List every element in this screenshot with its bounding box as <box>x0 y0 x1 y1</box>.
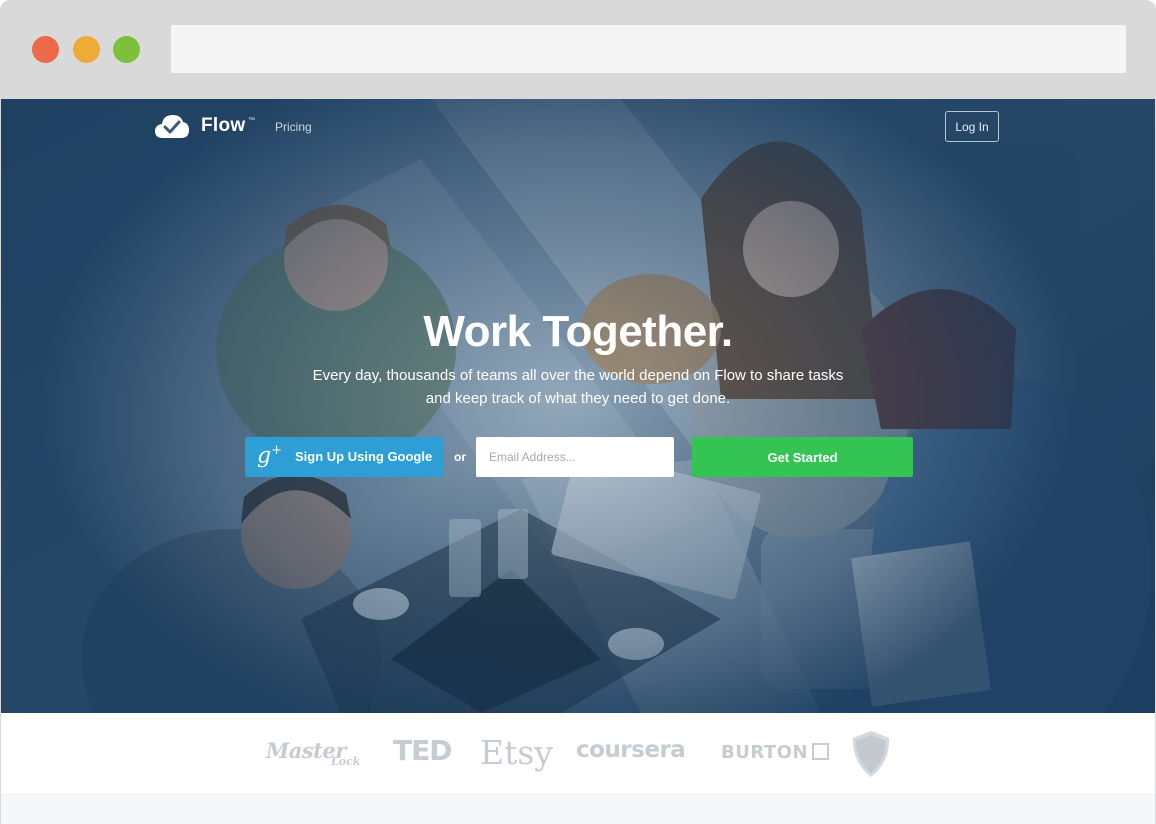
bottom-section <box>1 793 1155 824</box>
google-signup-button[interactable]: g+ Sign Up Using Google <box>245 437 443 477</box>
frame-border-left <box>0 99 1 824</box>
coursera-logo: coursera <box>576 737 686 763</box>
email-field[interactable] <box>476 437 674 477</box>
window-zoom-button[interactable] <box>113 36 140 63</box>
ted-logo: TED <box>393 734 452 767</box>
login-button[interactable]: Log In <box>945 111 999 142</box>
brand-name[interactable]: Flow <box>201 115 245 137</box>
cloud-check-icon[interactable] <box>154 113 190 139</box>
nav-link-pricing[interactable]: Pricing <box>275 120 312 134</box>
hero-section: Flow ™ Pricing Log In Work Together. Eve… <box>1 99 1155 713</box>
address-bar[interactable] <box>171 25 1126 73</box>
window-close-button[interactable] <box>32 36 59 63</box>
get-started-button[interactable]: Get Started <box>692 437 913 477</box>
customer-logos: Master Lock TED Etsy coursera BURTON <box>1 713 1155 793</box>
burton-logo-mark <box>812 743 829 760</box>
or-separator: or <box>454 450 466 464</box>
trademark-symbol: ™ <box>248 117 255 124</box>
etsy-logo: Etsy <box>480 733 553 772</box>
hero-subheadline: Every day, thousands of teams all over t… <box>312 367 844 407</box>
hero-headline: Work Together. <box>423 307 733 356</box>
burton-logo: BURTON <box>721 742 809 763</box>
google-plus-icon: g+ <box>257 443 282 469</box>
google-signup-label: Sign Up Using Google <box>295 449 433 464</box>
masterlock-logo-sub: Lock <box>331 755 361 768</box>
browser-chrome <box>0 0 1156 99</box>
salvation-army-shield-icon <box>852 731 890 777</box>
window-minimize-button[interactable] <box>73 36 100 63</box>
